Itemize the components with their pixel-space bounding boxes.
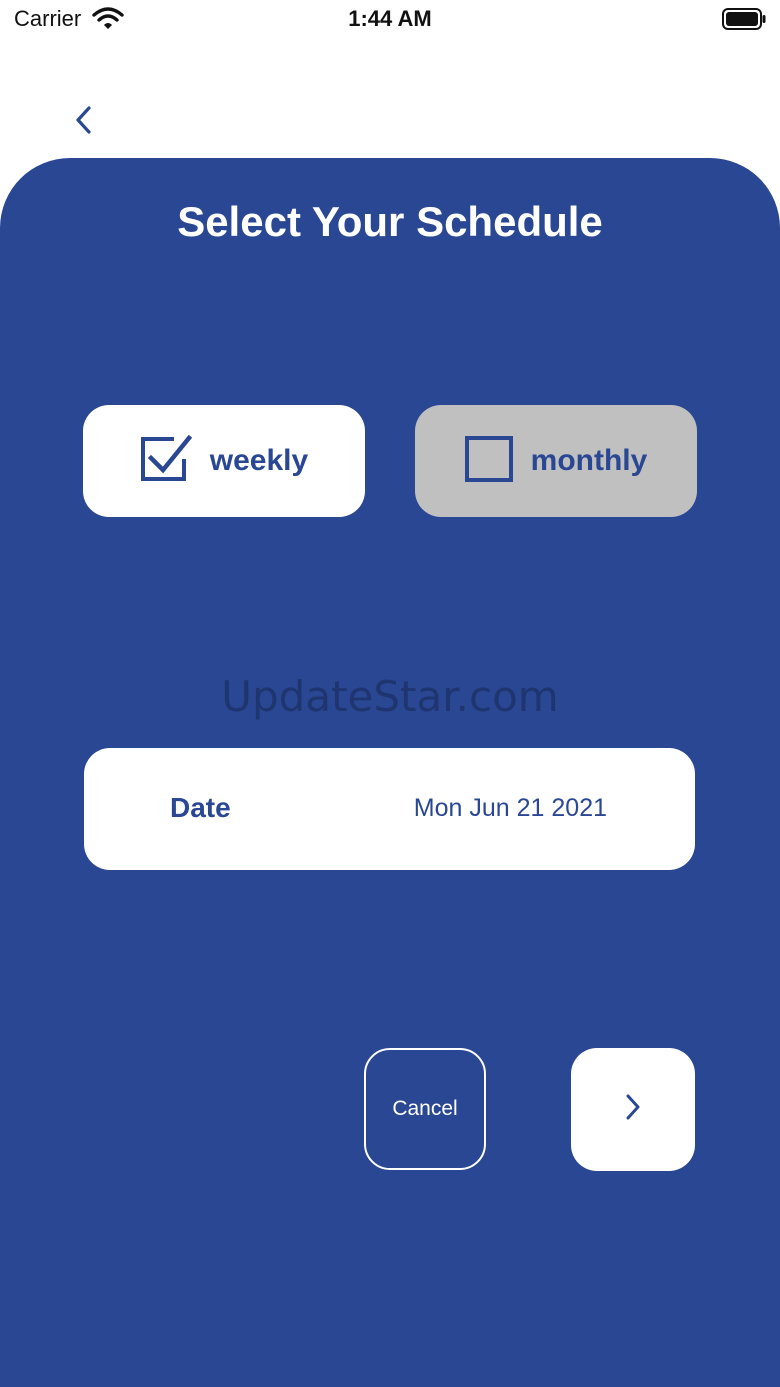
cancel-button[interactable]: Cancel [364,1048,486,1170]
battery-icon [722,8,766,30]
weekly-label: weekly [209,444,309,477]
page-title: Select Your Schedule [177,198,603,245]
chevron-right-icon [624,1093,642,1126]
date-label: Date [170,792,231,823]
status-bar: Carrier 1:44 AM [0,0,780,40]
weekly-option[interactable]: weekly [83,405,365,517]
status-time: 1:44 AM [348,6,432,31]
checkbox-empty-icon [464,435,513,487]
next-button[interactable] [571,1048,695,1171]
date-picker-field[interactable]: Date Mon Jun 21 2021 [84,748,695,870]
monthly-label: monthly [530,444,648,477]
date-value: Mon Jun 21 2021 [413,794,607,822]
chevron-left-icon [73,105,95,140]
watermark: UpdateStar.com [221,672,559,721]
monthly-option[interactable]: monthly [415,405,697,517]
checkbox-checked-icon [140,434,192,488]
back-button[interactable] [62,100,106,144]
